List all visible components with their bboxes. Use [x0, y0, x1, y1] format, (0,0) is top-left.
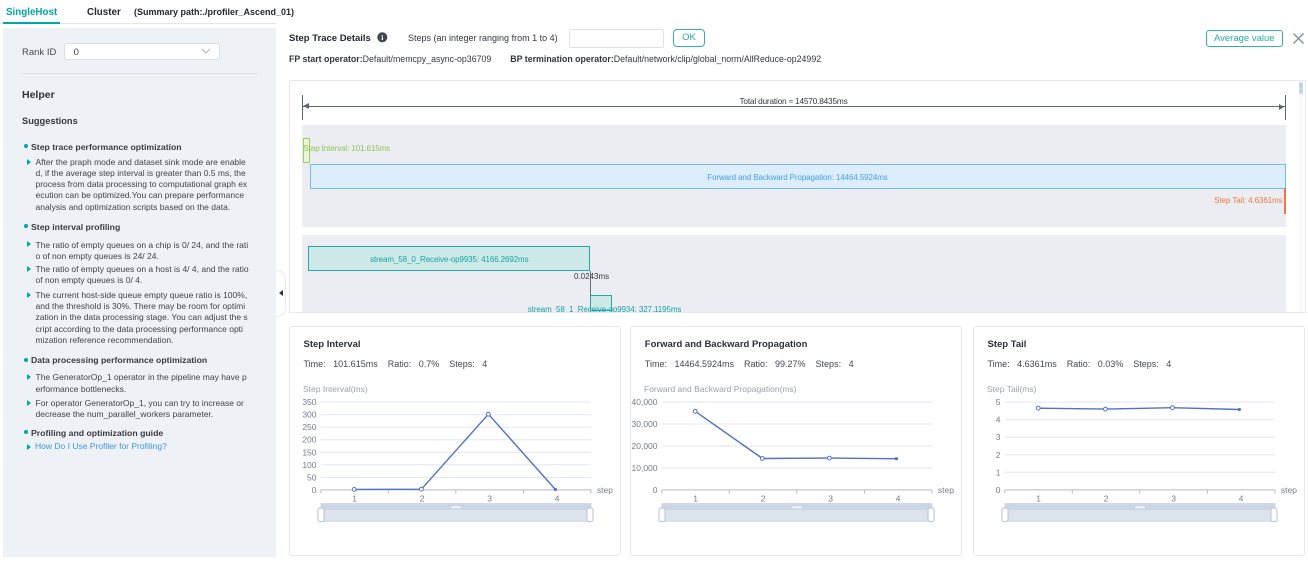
svg-text:2: 2: [761, 494, 766, 504]
svg-text:150: 150: [302, 448, 316, 458]
svg-text:0: 0: [312, 485, 317, 495]
svg-text:Forward and Backward Propagati: Forward and Backward Propagation(ms): [644, 384, 797, 394]
svg-text:200: 200: [302, 435, 316, 445]
svg-text:step: step: [938, 485, 954, 495]
svg-text:50: 50: [307, 473, 317, 483]
svg-text:1: 1: [996, 468, 1001, 478]
svg-text:5: 5: [996, 397, 1001, 407]
svg-text:0: 0: [653, 485, 658, 495]
svg-text:40,000: 40,000: [632, 397, 658, 407]
svg-text:step: step: [597, 485, 613, 495]
svg-text:250: 250: [302, 423, 316, 433]
svg-text:3: 3: [829, 494, 834, 504]
svg-text:Step Interval(ms): Step Interval(ms): [303, 384, 368, 394]
svg-text:30,000: 30,000: [632, 419, 658, 429]
svg-text:20,000: 20,000: [632, 441, 658, 451]
svg-text:2: 2: [420, 494, 425, 504]
svg-text:4: 4: [996, 415, 1001, 425]
svg-text:1: 1: [694, 494, 699, 504]
svg-text:2: 2: [996, 450, 1001, 460]
svg-text:2: 2: [1104, 494, 1109, 504]
svg-text:4: 4: [896, 494, 901, 504]
svg-text:3: 3: [1171, 494, 1176, 504]
svg-text:3: 3: [487, 494, 492, 504]
svg-text:100: 100: [302, 460, 316, 470]
svg-text:10,000: 10,000: [632, 463, 658, 473]
svg-text:350: 350: [302, 397, 316, 407]
svg-text:3: 3: [996, 433, 1001, 443]
svg-text:0: 0: [996, 485, 1001, 495]
svg-text:4: 4: [555, 494, 560, 504]
svg-text:4: 4: [1239, 494, 1244, 504]
svg-text:step: step: [1281, 485, 1297, 495]
svg-text:300: 300: [302, 410, 316, 420]
svg-text:1: 1: [352, 494, 357, 504]
svg-text:Step Tail(ms): Step Tail(ms): [987, 384, 1037, 394]
svg-text:i: i: [381, 33, 383, 42]
svg-text:1: 1: [1036, 494, 1041, 504]
